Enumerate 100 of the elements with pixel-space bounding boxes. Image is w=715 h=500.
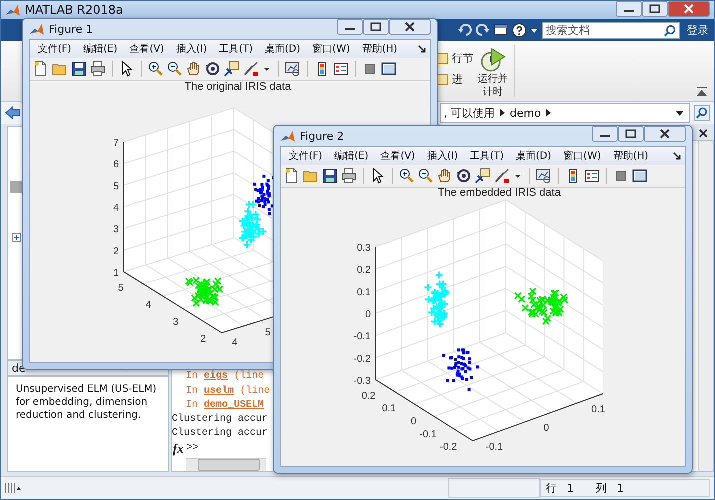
menu-item[interactable]: 工具(T) [215, 42, 258, 56]
menu-item[interactable]: 文件(F) [285, 149, 327, 163]
linked-plot-icon[interactable] [536, 168, 552, 184]
windows-icon[interactable] [494, 23, 508, 37]
column-label: 列 [596, 480, 607, 496]
zoom-out-icon[interactable] [167, 61, 183, 77]
menu-item[interactable]: 编辑(E) [330, 149, 373, 163]
menu-item[interactable]: 插入(I) [172, 42, 212, 56]
menu-item[interactable]: 桌面(D) [512, 149, 556, 163]
minimize-icon[interactable] [337, 19, 363, 35]
window-title: Figure 2 [300, 130, 346, 142]
close-icon[interactable] [389, 19, 431, 35]
horizontal-scrollbar[interactable] [186, 458, 266, 471]
printer-icon[interactable] [341, 168, 357, 184]
chevron-right-icon [500, 109, 505, 117]
dropdown-caret-icon[interactable] [676, 110, 684, 116]
axis-tick-label: 3 [113, 224, 119, 236]
menu-item[interactable]: 编辑(E) [80, 42, 122, 56]
zoom-in-icon[interactable] [399, 168, 415, 184]
axis-tick-label: 4 [146, 300, 152, 311]
axis-tick-label: 3 [173, 317, 179, 328]
axis-tick-label: 0.1 [382, 404, 396, 415]
maximize-icon[interactable] [618, 126, 644, 142]
column-number: 1 [617, 482, 624, 494]
menu-item[interactable]: 文件(F) [34, 42, 76, 56]
menu-item[interactable]: 帮助(H) [609, 149, 653, 163]
axis-tick-label: -0.1 [354, 332, 371, 343]
menu-item[interactable]: 桌面(D) [261, 42, 305, 56]
ribbon-button[interactable]: 行节 [452, 51, 474, 66]
maximize-icon[interactable] [642, 1, 668, 17]
maximize-icon[interactable] [363, 19, 389, 35]
axis-tick-label: 0.1 [592, 404, 606, 416]
close-icon[interactable] [644, 126, 686, 142]
help-icon[interactable] [512, 22, 527, 38]
function-browser-button[interactable]: fx [172, 442, 185, 456]
back-arrow-icon[interactable] [5, 106, 21, 120]
window-icon[interactable] [632, 168, 648, 184]
matlab-logo-icon [280, 130, 296, 142]
stopwatch-play-icon [480, 47, 506, 73]
address-field[interactable]: , 可以使用 demo [440, 103, 690, 123]
brush-icon[interactable] [494, 168, 510, 184]
minimize-icon[interactable] [592, 126, 618, 142]
data-cursor-icon[interactable] [224, 61, 240, 77]
command-prompt[interactable]: >> [186, 442, 199, 456]
row-label: 行 [546, 480, 557, 496]
menu-item[interactable]: 查看(V) [126, 42, 168, 56]
zoom-in-icon[interactable] [148, 61, 164, 77]
warning-text: In [186, 371, 198, 382]
dock-arrow-icon[interactable] [418, 45, 426, 53]
axis-tick-label: 2 [113, 246, 119, 258]
data-cursor-icon[interactable] [475, 168, 491, 184]
new-file-icon[interactable] [33, 61, 49, 77]
sign-in-button[interactable]: 登录 [684, 20, 712, 40]
menu-item[interactable]: 帮助(H) [358, 42, 402, 56]
search-icon[interactable] [664, 24, 676, 36]
window-title: Figure 1 [49, 22, 94, 36]
axis-tick-label: -0.3 [354, 376, 371, 387]
menu-item[interactable]: 插入(I) [423, 149, 462, 163]
axis-tick-label: 0.1 [357, 287, 371, 298]
collapse-icon[interactable] [696, 87, 708, 97]
axis-tick-label: 1 [113, 268, 119, 279]
rotate-icon[interactable] [205, 61, 221, 77]
redo-icon[interactable] [476, 23, 490, 37]
legend-icon[interactable] [333, 61, 349, 77]
axis-tick-label: 0 [544, 423, 550, 434]
path-segment[interactable]: demo [510, 106, 542, 120]
undo-icon[interactable] [458, 23, 472, 37]
save-icon[interactable] [71, 61, 87, 77]
menu-item[interactable]: 窗口(W) [308, 42, 354, 56]
window-icon[interactable] [381, 61, 397, 77]
rotate-icon[interactable] [456, 168, 472, 184]
new-file-icon[interactable] [284, 168, 300, 184]
close-icon[interactable] [699, 128, 708, 138]
legend-icon[interactable] [584, 168, 600, 184]
search-icon[interactable] [694, 105, 710, 121]
hand-icon[interactable] [437, 168, 453, 184]
menu-item[interactable]: 工具(T) [466, 149, 508, 163]
menu-item[interactable]: 窗口(W) [560, 149, 606, 163]
axis-tick-label: -0.2 [354, 354, 371, 365]
square-icon[interactable] [613, 168, 629, 184]
dock-arrow-icon[interactable] [673, 152, 681, 160]
hand-icon[interactable] [186, 61, 202, 77]
linked-plot-icon[interactable] [285, 61, 301, 77]
zoom-out-icon[interactable] [418, 168, 434, 184]
description-text: Unsupervised ELM (US-ELM) for embedding, dimension reduction and clustering. [7, 376, 169, 472]
path-segment[interactable]: , 可以使用 [444, 106, 495, 120]
expand-icon[interactable] [12, 233, 21, 242]
save-icon[interactable] [322, 168, 338, 184]
menu-item[interactable]: 查看(V) [376, 149, 420, 163]
panel-grip-icon[interactable] [5, 482, 21, 494]
search-field[interactable]: 搜索文档 [542, 22, 680, 38]
ribbon-button[interactable]: 进 [452, 72, 463, 87]
printer-icon[interactable] [90, 61, 106, 77]
axis-tick-label: 7 [113, 138, 119, 149]
vertical-scrollbar[interactable] [698, 141, 713, 471]
axis-tick-label: 0 [365, 310, 371, 320]
minimize-icon[interactable] [616, 1, 642, 17]
ribbon-button[interactable]: 运行并计时 [474, 41, 512, 101]
brush-icon[interactable] [243, 61, 259, 77]
square-icon[interactable] [362, 61, 378, 77]
